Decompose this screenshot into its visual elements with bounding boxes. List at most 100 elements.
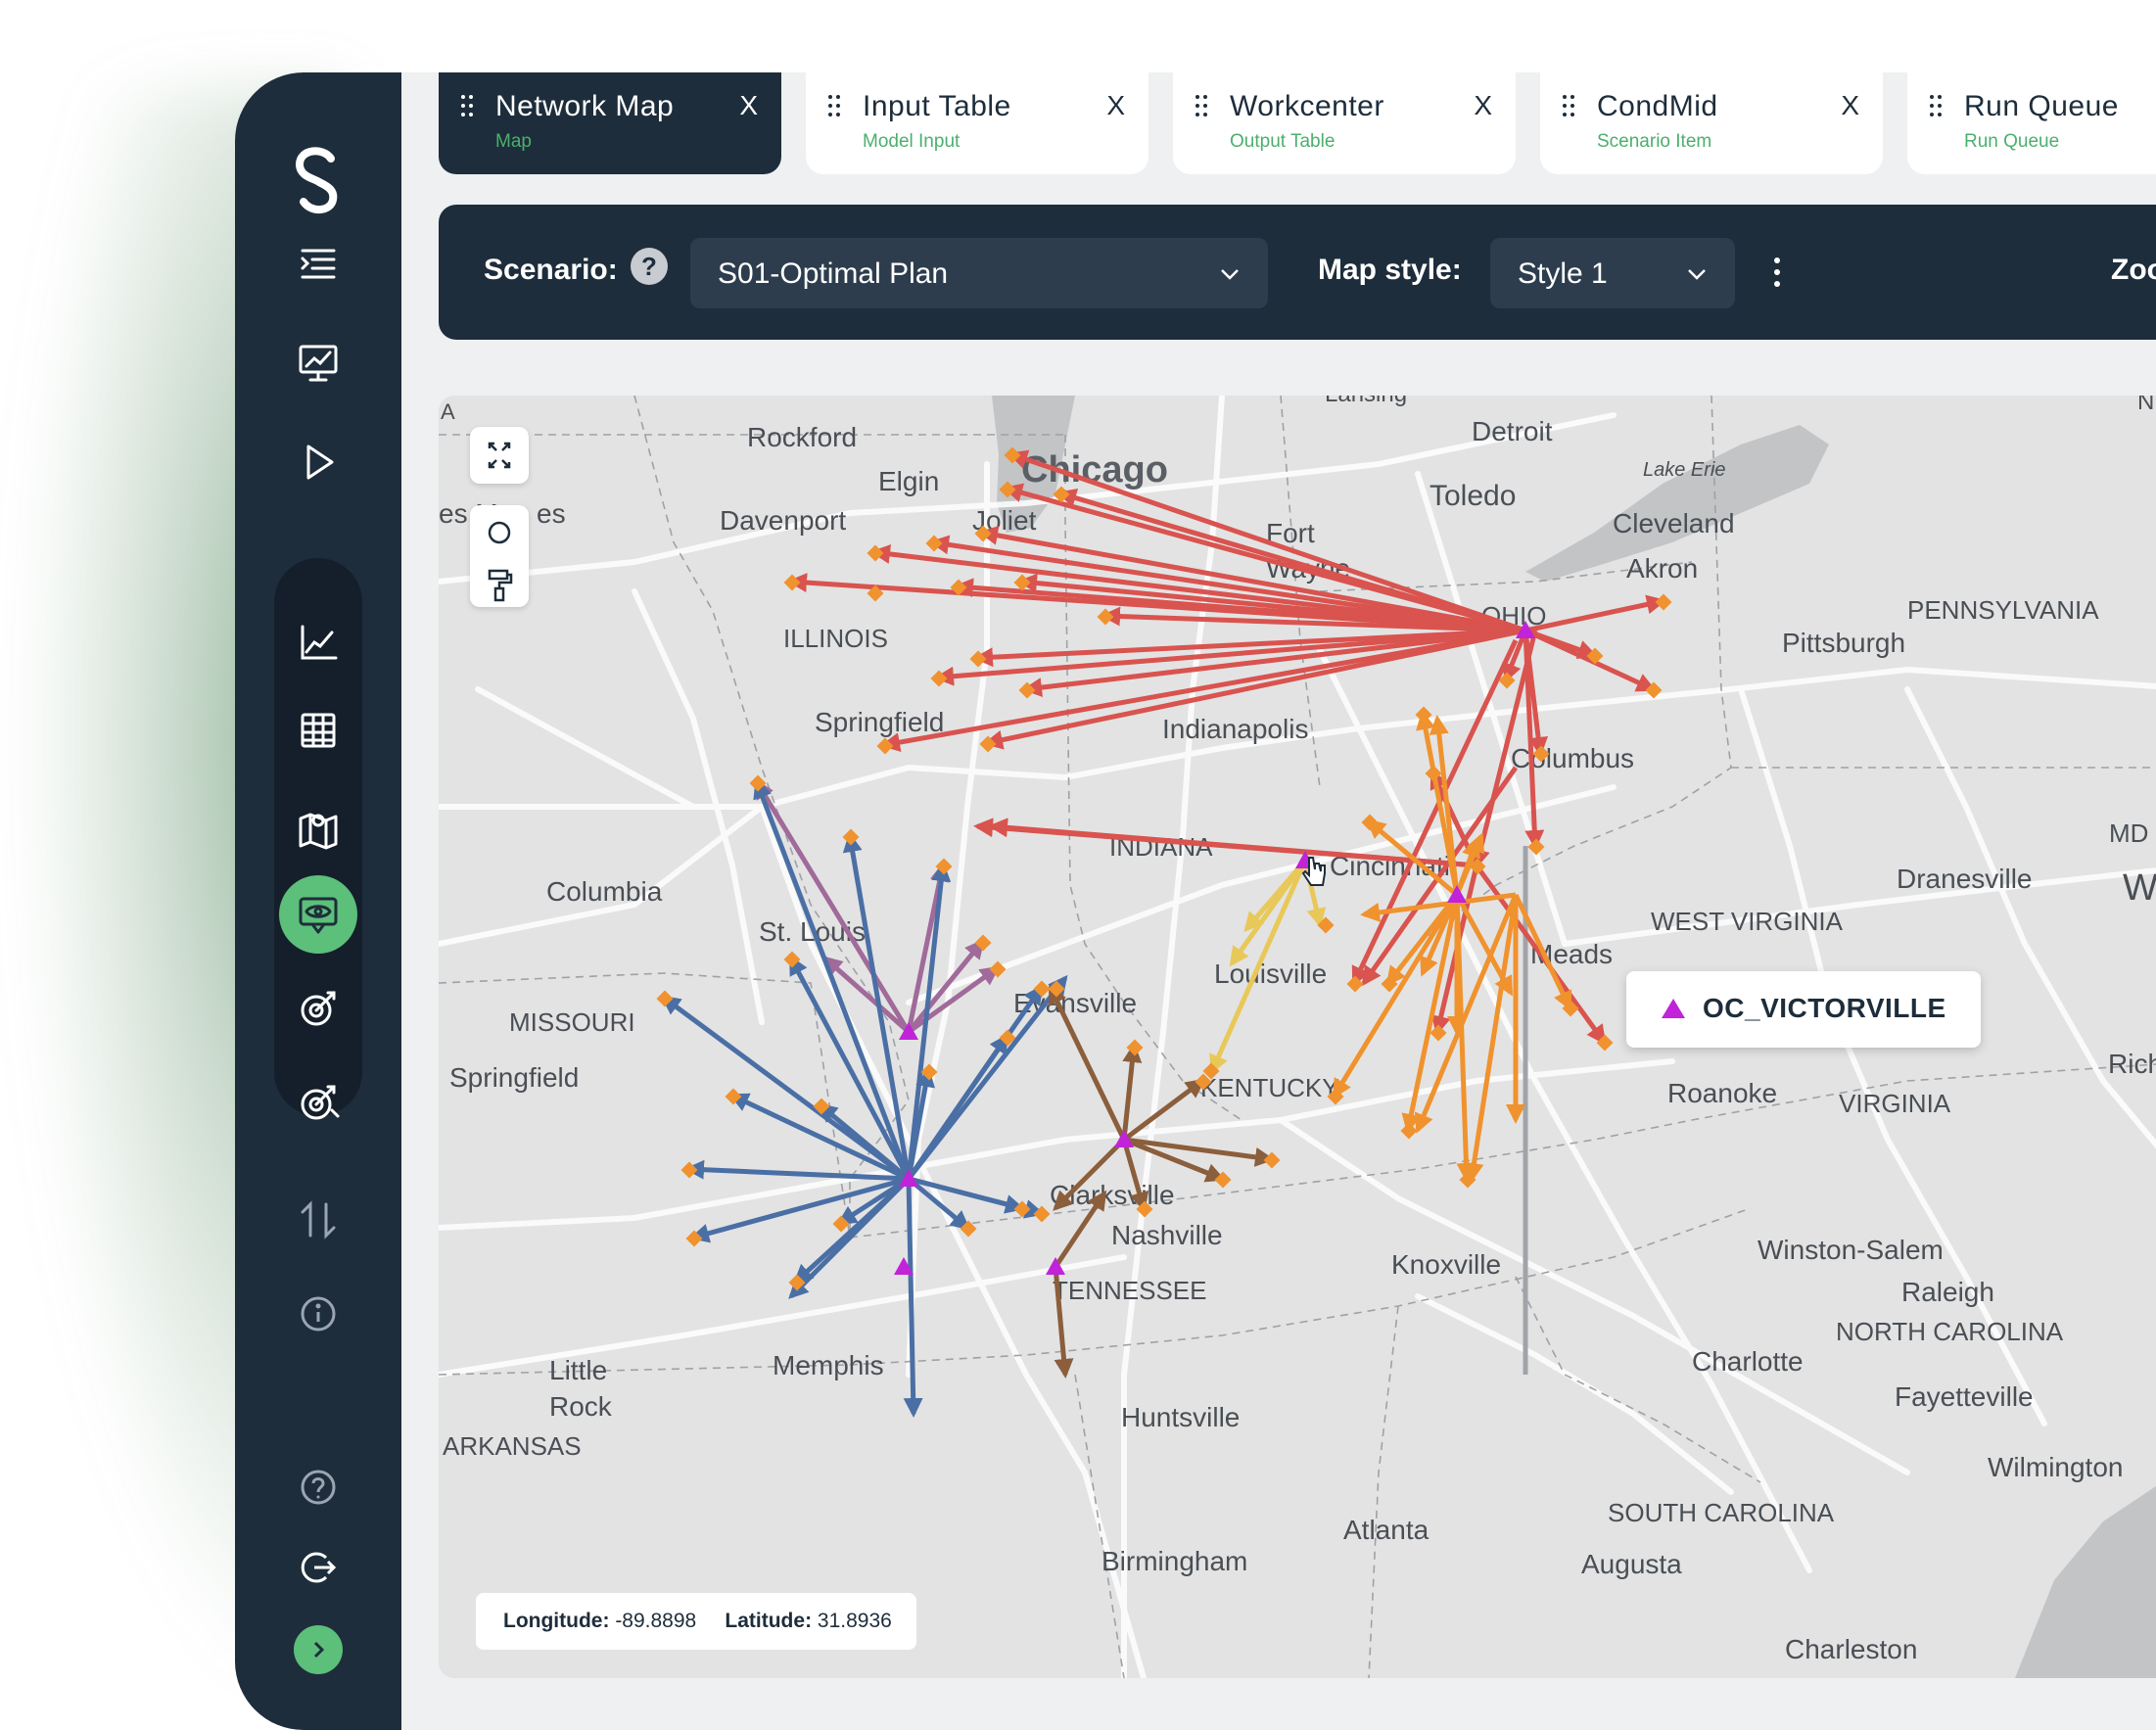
tab-subtitle: Scenario Item (1597, 131, 1712, 152)
map-tooltip: OC_VICTORVILLE (1626, 971, 1981, 1048)
map-label: TENNESSEE (1053, 1276, 1207, 1305)
map-label: ILLINOIS (783, 624, 888, 653)
map-label: Winston-Salem (1758, 1235, 1944, 1265)
latitude-label: Latitude: (725, 1610, 813, 1632)
map-label: Memphis (773, 1350, 884, 1380)
fullscreen-icon (488, 442, 511, 469)
map-label: Davenport (720, 505, 846, 536)
map-label: NORTH CAROLINA (1836, 1317, 2064, 1346)
expand-icon[interactable] (294, 1625, 343, 1674)
tab-title: CondMid (1597, 90, 1718, 122)
map-label: Charlotte (1692, 1346, 1804, 1377)
paint-roller-icon[interactable] (470, 561, 529, 612)
map-label: Springfield (815, 707, 944, 737)
dashboard-icon[interactable] (277, 321, 359, 403)
app-logo (284, 141, 352, 219)
map-label: Toledo (1430, 480, 1516, 512)
map-label: Richmon (2108, 1049, 2156, 1079)
map-label: Dranesville (1897, 864, 2033, 894)
circle-select-icon[interactable] (470, 505, 529, 556)
scenario-help-button[interactable]: ? (631, 248, 668, 285)
map-label: Akron (1626, 553, 1698, 584)
table-icon[interactable] (277, 689, 359, 771)
map-label: Louisville (1214, 959, 1327, 989)
more-options-icon[interactable] (1772, 256, 1782, 289)
map-label: Springfield (449, 1062, 579, 1093)
close-tab-button[interactable]: X (739, 90, 758, 121)
map-label: SOUTH CAROLINA (1608, 1498, 1835, 1527)
map-label: MISSOURI (509, 1007, 635, 1037)
scenario-select[interactable]: S01-Optimal Plan (690, 238, 1268, 308)
map-label: Birmingham (1101, 1546, 1247, 1576)
tab-subtitle: Run Queue (1964, 131, 2060, 152)
drag-handle-icon[interactable] (827, 94, 841, 117)
flow-group-blue (660, 778, 1068, 1418)
scenario-target-icon[interactable] (277, 967, 359, 1050)
tab-condmid[interactable]: CondMid Scenario Item X (1540, 72, 1883, 174)
map-label: Wilmington (1988, 1452, 2123, 1482)
map-style-label: Map style: (1318, 254, 1462, 286)
close-tab-button[interactable]: X (1106, 90, 1125, 121)
logout-icon[interactable] (294, 1543, 343, 1592)
drag-handle-icon[interactable] (1929, 94, 1943, 117)
tab-title: Workcenter (1230, 90, 1384, 122)
tab-run-queue[interactable]: Run Queue Run Queue (1907, 72, 2156, 174)
map-label: PENNSYLVANIA (1907, 595, 2099, 625)
map-label: Columbia (546, 876, 663, 907)
map-label: Was (2123, 867, 2156, 909)
sidebar (235, 72, 401, 1730)
map-label: MD (2109, 818, 2148, 848)
visualize-icon[interactable] (279, 875, 357, 954)
map-icon[interactable] (277, 787, 359, 869)
coordinates-readout: Longitude: -89.8898 Latitude: 31.8936 (476, 1593, 916, 1650)
info-icon[interactable] (277, 1273, 359, 1355)
scenario-select-value: S01-Optimal Plan (718, 257, 949, 290)
map-label: Knoxville (1391, 1249, 1501, 1280)
map-style-select-value: Style 1 (1518, 257, 1608, 290)
map-label: WEST VIRGINIA (1651, 907, 1844, 936)
tooltip-label: OC_VICTORVILLE (1703, 993, 1946, 1023)
menu-icon[interactable] (277, 223, 359, 305)
drag-handle-icon[interactable] (1562, 94, 1575, 117)
map-label: KENTUCKY (1200, 1073, 1339, 1102)
network-map[interactable]: A Rockford Chicago Detroit Lansing Lake … (439, 396, 2156, 1678)
tab-title: Network Map (495, 90, 675, 122)
tab-title: Run Queue (1964, 90, 2119, 122)
scenario-compare-icon[interactable] (277, 1061, 359, 1144)
map-label: Raleigh (1901, 1277, 1994, 1307)
run-icon[interactable] (277, 421, 359, 503)
transfer-icon[interactable] (277, 1179, 359, 1261)
close-tab-button[interactable]: X (1841, 90, 1859, 121)
app-window: Network Map Map X Input Table Model Inpu… (235, 72, 2156, 1730)
zoom-label: Zoo (2111, 254, 2156, 286)
drag-handle-icon[interactable] (1195, 94, 1208, 117)
tab-network-map[interactable]: Network Map Map X (439, 72, 781, 174)
longitude-value: -89.8898 (615, 1610, 697, 1632)
atlantic-ocean (2015, 1486, 2156, 1678)
drag-handle-icon[interactable] (460, 94, 474, 117)
analytics-icon[interactable] (277, 601, 359, 683)
tab-workcenter[interactable]: Workcenter Output Table X (1173, 72, 1516, 174)
map-label: Rock (549, 1391, 613, 1422)
tab-subtitle: Output Table (1230, 131, 1336, 152)
close-tab-button[interactable]: X (1474, 90, 1492, 121)
help-icon[interactable] (294, 1463, 343, 1512)
map-label: es (537, 498, 566, 529)
map-style-select[interactable]: Style 1 (1490, 238, 1735, 308)
map-label: Atlanta (1343, 1515, 1430, 1545)
map-label: Huntsville (1121, 1402, 1240, 1432)
map-label: Nashville (1111, 1220, 1223, 1250)
chevron-down-icon (1221, 269, 1239, 280)
map-label: Lake Erie (1643, 459, 1726, 481)
map-label: Detroit (1472, 416, 1553, 446)
tab-input-table[interactable]: Input Table Model Input X (806, 72, 1148, 174)
map-label: Cleveland (1613, 508, 1735, 538)
map-label: Little (549, 1355, 607, 1385)
map-label: A (441, 399, 455, 424)
map-label: Indianapolis (1162, 714, 1308, 744)
map-label: Rockford (747, 422, 857, 452)
map-label: Roanoke (1667, 1078, 1777, 1108)
tab-subtitle: Model Input (863, 131, 961, 152)
fullscreen-button[interactable] (470, 427, 529, 484)
draw-tools (470, 505, 529, 607)
